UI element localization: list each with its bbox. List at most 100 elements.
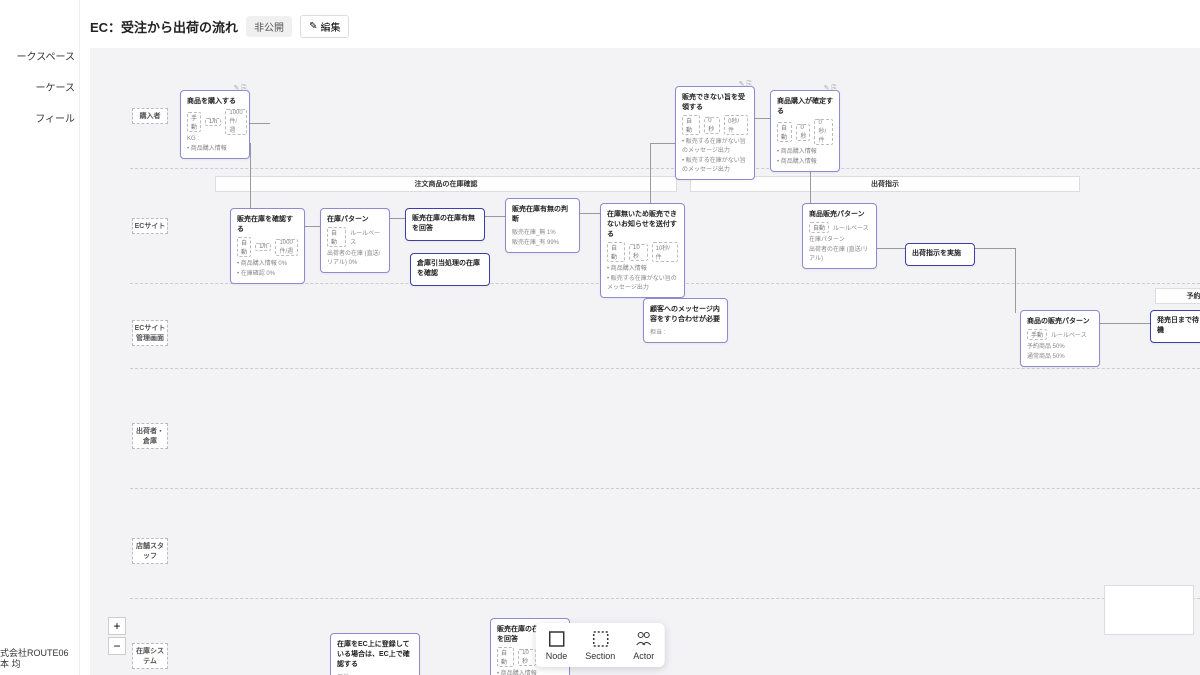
tool-section[interactable]: Section bbox=[585, 629, 615, 661]
node-detail: • 商品購入情報 bbox=[777, 156, 833, 165]
node-detail: • 商品購入情報 bbox=[777, 146, 833, 155]
node-title: 商品の販売パターン bbox=[1027, 316, 1093, 326]
lane-label-ecsite[interactable]: ECサイト bbox=[132, 218, 168, 234]
node-handle-icon[interactable]: ✎ ⎘ bbox=[824, 84, 837, 93]
edge bbox=[650, 143, 678, 144]
chip: ルールベース bbox=[350, 228, 383, 246]
node-sales-pattern[interactable]: 商品販売パターン 自動ルールベース 在庫パターン 出荷者の在庫 (直送/リアル) bbox=[802, 203, 877, 269]
chip: 自動 bbox=[237, 237, 251, 257]
node-title: 商品販売パターン bbox=[809, 209, 870, 219]
chip: 0秒 bbox=[704, 117, 720, 134]
node-detail: • 販売する在庫がない旨のメッセージ出力 bbox=[682, 136, 748, 154]
tool-actor[interactable]: Actor bbox=[633, 629, 654, 661]
chip: 1000 件/週 bbox=[275, 239, 298, 256]
node-detail: 出荷者の在庫 (直送/リアル) bbox=[809, 244, 870, 262]
node-detail: 予約商品 50% bbox=[1027, 341, 1093, 350]
node-warehouse-check[interactable]: 倉庫引当処理の在庫を確認 bbox=[410, 253, 490, 286]
node-title: 顧客へのメッセージ内容をすり合わせが必要 bbox=[650, 304, 721, 324]
section-inventory-check[interactable]: 注文商品の在庫確認 bbox=[215, 176, 677, 192]
edge bbox=[1100, 323, 1150, 324]
edit-label: 編集 bbox=[320, 19, 340, 34]
tool-label: Actor bbox=[633, 651, 654, 661]
sidebar-item-case[interactable]: ーケース bbox=[0, 71, 79, 102]
lane-label-staff[interactable]: 店舗スタッフ bbox=[132, 538, 168, 564]
node-purchase[interactable]: ✎ ⎘ 商品を購入する 手動1/h1000 件/週 KG : • 商品購入情報 bbox=[180, 90, 250, 159]
node-ec-registered-check[interactable]: 在庫をEC上に登録している場合は、EC上で確認する 担当 : bbox=[330, 633, 420, 675]
lane-label-ecadmin[interactable]: ECサイト 管理画面 bbox=[132, 320, 168, 346]
node-check-stock[interactable]: 販売在庫を確認する 自動1/h1000 件/週 • 商品購入情報 0% • 在庫… bbox=[230, 208, 305, 284]
chip: 0秒/ 件 bbox=[724, 115, 748, 135]
node-handle-icon[interactable]: ✎ ⎘ bbox=[234, 84, 247, 93]
node-cannot-sell-received[interactable]: ✎ ⎘ 販売できない旨を受領する 自動0秒0秒/ 件 • 販売する在庫がない旨の… bbox=[675, 86, 755, 180]
node-detail: • 商品購入情報 bbox=[607, 263, 678, 272]
chip: 1/h bbox=[205, 118, 221, 126]
sidebar-item-workspace[interactable]: ークスペース bbox=[0, 40, 79, 71]
edge bbox=[250, 123, 270, 124]
minimap[interactable] bbox=[1104, 585, 1194, 635]
square-icon bbox=[546, 629, 566, 649]
lane-label-inventory[interactable]: 在庫システム bbox=[132, 643, 168, 669]
sidebar-item-profile[interactable]: フィール bbox=[0, 102, 79, 133]
node-no-stock-notify[interactable]: 在庫無いため販売できないお知らせを送付する 自動10秒10秒/ 件 • 商品購入… bbox=[600, 203, 685, 298]
chip: ルールベース bbox=[1051, 330, 1087, 339]
node-title: 商品購入が確定する bbox=[777, 96, 833, 116]
node-detail: • 商品購入情報 0% bbox=[237, 258, 298, 267]
node-handle-icon[interactable]: ✎ ⎘ bbox=[739, 80, 752, 89]
node-shipping-instruction[interactable]: 出荷指示を実施 bbox=[905, 243, 975, 266]
zoom-controls: + − bbox=[108, 617, 126, 655]
node-detail: • 商品購入情報 bbox=[187, 143, 243, 152]
lane-divider bbox=[130, 598, 1200, 599]
bottom-toolbar: Node Section Actor bbox=[536, 623, 665, 667]
chip: 手動 bbox=[1027, 329, 1047, 340]
zoom-out-button[interactable]: − bbox=[108, 637, 126, 655]
actor-icon bbox=[634, 629, 654, 649]
diagram-canvas[interactable]: 購入者 ECサイト ECサイト 管理画面 出荷者・ 倉庫 店舗スタッフ 在庫シス… bbox=[90, 48, 1200, 675]
lane-label-buyer[interactable]: 購入者 bbox=[132, 108, 168, 124]
sidebar: ークスペース ーケース フィール bbox=[0, 0, 80, 675]
node-detail: 出荷者の在庫 (直送/リアル) 0% bbox=[327, 248, 383, 266]
node-detail: KG : bbox=[187, 136, 243, 142]
node-stock-answer[interactable]: 販売在庫の在庫有無を回答 bbox=[405, 208, 485, 241]
chip: 1000 件/週 bbox=[225, 109, 246, 135]
node-title: 販売在庫の在庫有無を回答 bbox=[412, 213, 478, 233]
node-title: 販売できない旨を受領する bbox=[682, 92, 748, 112]
chip: 自動 bbox=[497, 647, 514, 667]
chip: 自動 bbox=[682, 115, 700, 135]
tool-node[interactable]: Node bbox=[546, 629, 568, 661]
node-detail: 販売在庫_有 99% bbox=[512, 237, 573, 246]
chip: 自動 bbox=[327, 227, 346, 247]
lane-divider bbox=[130, 488, 1200, 489]
node-title: 商品を購入する bbox=[187, 96, 243, 106]
dashed-square-icon bbox=[590, 629, 610, 649]
visibility-badge: 非公開 bbox=[246, 16, 292, 37]
node-wait-release[interactable]: 発売日まで待機 bbox=[1150, 310, 1200, 343]
node-title: 在庫パターン bbox=[327, 214, 383, 224]
node-title: 販売在庫を確認する bbox=[237, 214, 298, 234]
edge bbox=[1015, 248, 1016, 313]
edit-button[interactable]: ✎ 編集 bbox=[300, 15, 349, 38]
edge bbox=[580, 213, 602, 214]
node-purchase-confirmed[interactable]: ✎ ⎘ 商品購入が確定する 自動0秒0秒/件 • 商品購入情報 • 商品購入情報 bbox=[770, 90, 840, 172]
node-stock-pattern[interactable]: 在庫パターン 自動ルールベース 出荷者の在庫 (直送/リアル) 0% bbox=[320, 208, 390, 273]
section-reserved[interactable]: 予約商品・発売日までの bbox=[1155, 288, 1200, 304]
node-title: 在庫をEC上に登録している場合は、EC上で確認する bbox=[337, 639, 413, 669]
zoom-in-button[interactable]: + bbox=[108, 617, 126, 635]
lane-label-shipper[interactable]: 出荷者・ 倉庫 bbox=[132, 423, 168, 449]
node-detail: 通常商品 50% bbox=[1027, 351, 1093, 360]
node-detail: • 商品購入情報 bbox=[497, 668, 563, 675]
node-stock-decision[interactable]: 販売在庫有無の判断 販売在庫_無 1% 販売在庫_有 99% bbox=[505, 198, 580, 253]
node-detail: 在庫パターン bbox=[809, 234, 870, 243]
footer-name: 本 均 bbox=[0, 659, 69, 671]
node-detail: • 販売する在庫がない旨のメッセージ出力 bbox=[682, 155, 748, 173]
node-title: 在庫無いため販売できないお知らせを送付する bbox=[607, 209, 678, 239]
chip: ルールベース bbox=[833, 223, 869, 232]
chip: 自動 bbox=[777, 122, 792, 142]
edge bbox=[485, 216, 507, 217]
node-product-sales-pattern[interactable]: 商品の販売パターン 手動ルールベース 予約商品 50% 通常商品 50% bbox=[1020, 310, 1100, 367]
lane-divider bbox=[130, 168, 1200, 169]
node-customer-message[interactable]: 顧客へのメッセージ内容をすり合わせが必要 担当 : bbox=[643, 298, 728, 343]
chip: 10秒 bbox=[518, 649, 536, 666]
header: EC：受注から出荷の流れ 非公開 ✎ 編集 bbox=[90, 10, 1190, 42]
edge bbox=[650, 143, 651, 205]
tool-label: Section bbox=[585, 651, 615, 661]
